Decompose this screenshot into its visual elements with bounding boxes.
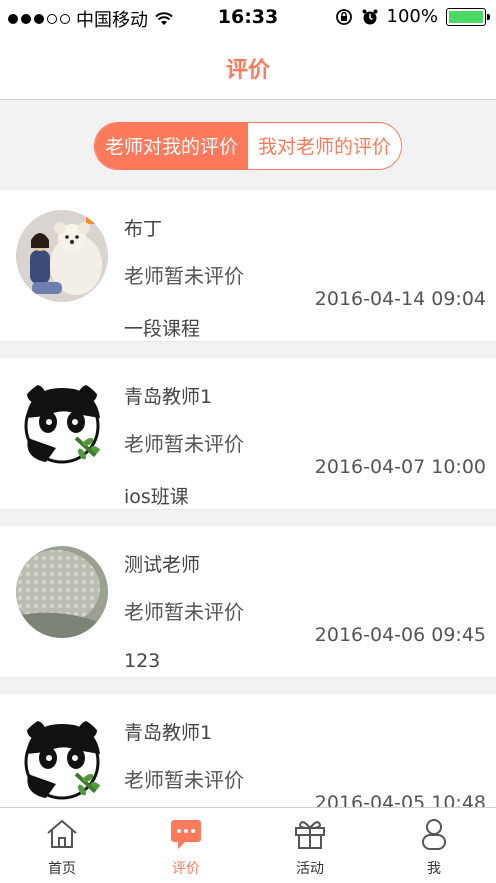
teacher-name: 布丁: [124, 218, 163, 240]
review-date: 2016-04-05 10:48: [314, 792, 486, 807]
teacher-name: 测试老师: [124, 554, 201, 576]
tab-bar: 首页 评价 活动 我: [0, 807, 496, 883]
tab-reviews-label: 评价: [172, 861, 200, 877]
review-status: 老师暂未评价: [124, 432, 244, 456]
tab-me-label: 我: [427, 861, 441, 877]
status-bar: 中国移动 16:33 100%: [0, 0, 496, 36]
tab-activities-label: 活动: [296, 861, 324, 877]
review-date: 2016-04-06 09:45: [314, 624, 486, 646]
course-name: ios班课: [124, 486, 189, 508]
list-item[interactable]: 测试老师 老师暂未评价 2016-04-06 09:45 123: [0, 526, 496, 678]
review-status: 老师暂未评价: [124, 600, 244, 624]
review-date: 2016-04-07 10:00: [314, 456, 486, 478]
tab-home[interactable]: 首页: [0, 808, 124, 883]
review-date: 2016-04-14 09:04: [314, 288, 486, 310]
tab-my-reviews-of-teacher[interactable]: 我对老师的评价: [248, 122, 402, 169]
tab-teacher-reviews-me[interactable]: 老师对我的评价: [94, 122, 248, 169]
course-name: 123: [124, 650, 161, 672]
chat-bubble-icon: [171, 820, 201, 849]
segment-container: 老师对我的评价 我对老师的评价: [0, 101, 496, 190]
panda-avatar: [16, 378, 108, 470]
course-name: 一段课程: [124, 318, 201, 340]
list-item[interactable]: 布丁 老师暂未评价 2016-04-14 09:04 一段课程: [0, 190, 496, 342]
lace-photo-avatar: [16, 546, 108, 638]
rotation-lock-icon: [335, 8, 352, 25]
review-segment-control: 老师对我的评价 我对老师的评价: [93, 121, 403, 170]
alarm-icon: [362, 9, 378, 24]
battery-icon: [446, 7, 490, 26]
panda-avatar: [16, 714, 108, 806]
status-right: 100%: [335, 6, 490, 27]
tab-me[interactable]: 我: [372, 808, 496, 883]
tab-home-label: 首页: [48, 861, 76, 877]
user-icon: [422, 819, 446, 850]
battery-level-fill: [449, 10, 483, 23]
gift-icon: [295, 821, 325, 849]
list-item[interactable]: 青岛教师1 老师暂未评价 2016-04-07 10:00 ios班课: [0, 358, 496, 510]
nav-bar: 评价: [0, 36, 496, 100]
bear-photo-avatar: [16, 210, 108, 302]
list-item[interactable]: 青岛教师1 老师暂未评价 2016-04-05 10:48: [0, 694, 496, 807]
review-status: 老师暂未评价: [124, 768, 244, 792]
review-list[interactable]: 布丁 老师暂未评价 2016-04-14 09:04 一段课程 青岛教师1 老师…: [0, 190, 496, 807]
teacher-name: 青岛教师1: [124, 722, 213, 744]
review-status: 老师暂未评价: [124, 264, 244, 288]
teacher-name: 青岛教师1: [124, 386, 213, 408]
battery-percent: 100%: [386, 6, 438, 27]
page-title: 评价: [225, 57, 270, 83]
tab-reviews[interactable]: 评价: [124, 808, 248, 883]
tab-activities[interactable]: 活动: [248, 808, 372, 883]
home-icon: [47, 820, 77, 848]
